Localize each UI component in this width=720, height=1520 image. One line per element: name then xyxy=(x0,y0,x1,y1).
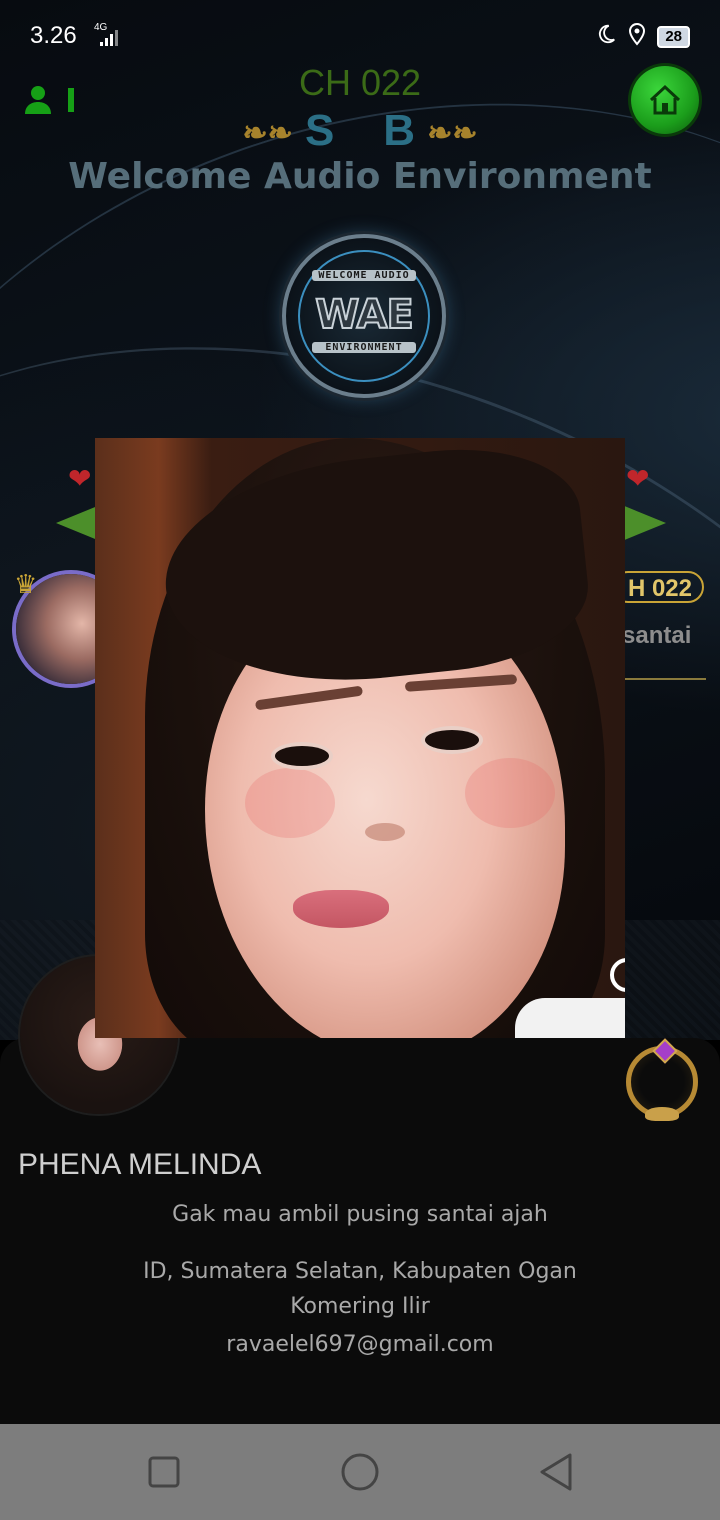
logo-top-text: WELCOME AUDIO xyxy=(312,270,416,281)
letter-b: B xyxy=(383,106,416,155)
crown-icon: ♛ xyxy=(14,570,38,600)
back-triangle-icon xyxy=(540,1453,572,1491)
ornament-right-icon: ❧❧ xyxy=(427,116,478,150)
battery-icon: 28 xyxy=(657,25,690,48)
signal-icon xyxy=(100,28,120,46)
logo-main-text: WAE xyxy=(314,291,415,339)
profile-photo-preview[interactable] xyxy=(95,438,625,1038)
heart-icon: ❤ xyxy=(626,462,650,495)
profile-location: ID, Sumatera Selatan, Kabupaten Ogan Kom… xyxy=(143,1259,577,1319)
channel-badge: H 022 xyxy=(612,571,704,603)
home-nav-button[interactable] xyxy=(310,1424,410,1520)
loading-indicator-icon xyxy=(610,958,625,992)
letter-s: S xyxy=(304,106,335,155)
channel-title: CH 022 xyxy=(298,62,422,103)
home-button[interactable] xyxy=(631,66,699,134)
location-icon xyxy=(627,22,647,51)
sb-logo-row: ❧❧ S B ❧❧ xyxy=(0,106,720,156)
welcome-title: Welcome Audio Environment xyxy=(68,156,652,197)
arrow-right-icon[interactable] xyxy=(622,505,666,541)
heart-icon: ❤ xyxy=(68,462,92,495)
arrow-left-icon[interactable] xyxy=(56,505,100,541)
photo-lips xyxy=(293,890,389,928)
profile-bio: Gak mau ambil pusing santai ajah xyxy=(172,1202,548,1227)
status-time: 3.26 xyxy=(30,22,77,49)
status-fragment: santai xyxy=(622,622,692,649)
moon-icon xyxy=(595,23,617,50)
logo-bottom-text: ENVIRONMENT xyxy=(312,342,416,353)
back-button[interactable] xyxy=(506,1424,606,1520)
home-icon xyxy=(649,84,681,115)
system-nav-bar xyxy=(0,1424,720,1520)
divider xyxy=(624,678,706,680)
frame-badge-icon xyxy=(626,1038,698,1121)
circle-icon xyxy=(341,1453,379,1491)
recents-button[interactable] xyxy=(114,1424,214,1520)
wae-logo: WELCOME AUDIO WAE ENVIRONMENT xyxy=(282,234,446,398)
ornament-left-icon: ❧❧ xyxy=(242,116,293,150)
profile-email: ravaelel697@gmail.com xyxy=(226,1332,494,1357)
profile-name: PHENA MELINDA xyxy=(18,1148,262,1181)
square-icon xyxy=(148,1456,180,1488)
